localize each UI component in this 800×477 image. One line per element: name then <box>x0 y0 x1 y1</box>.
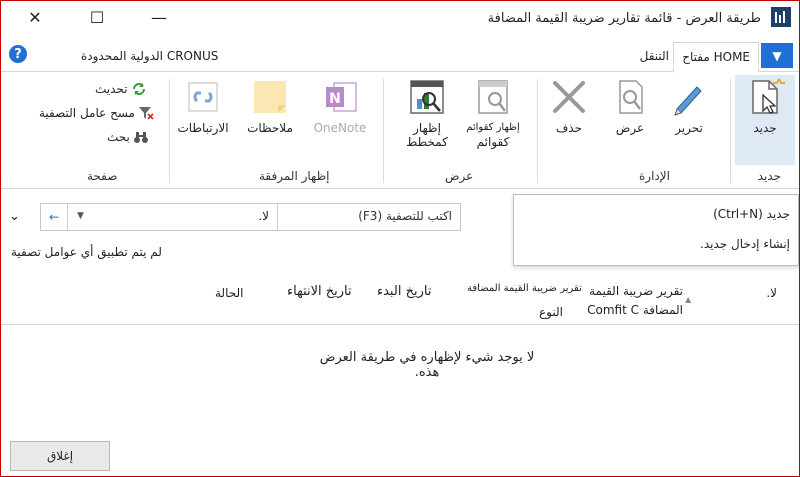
close-icon: ✕ <box>28 7 42 27</box>
minimize-icon: — <box>151 7 167 27</box>
clear-filter-icon <box>138 107 154 120</box>
find-button[interactable]: بحث <box>107 129 149 145</box>
clear-filter-button[interactable]: مسح عامل التصفية <box>39 105 154 121</box>
help-icon[interactable]: ? <box>9 45 27 63</box>
notes-label: ملاحظات <box>247 121 293 135</box>
group-label-manage: الإدارة <box>639 169 670 183</box>
filter-field-select[interactable]: ▼ لا. <box>67 204 277 230</box>
links-label: الارتباطات <box>177 121 229 135</box>
group-label-view: عرض <box>445 169 474 183</box>
show-as-list-button[interactable]: إظهار كقوائم كقوائم <box>461 77 525 149</box>
ribbon-separator <box>537 79 538 183</box>
delete-x-icon <box>553 81 585 113</box>
group-label-attach: إظهار المرفقة <box>259 169 330 183</box>
list-view-icon <box>478 80 508 114</box>
ribbon: جديد جديد تحرير عرض حذف الإدارة إظهار كق… <box>1 71 799 189</box>
app-logo-icon <box>771 7 791 27</box>
column-header-report[interactable]: تقرير ضريبة القيمة <box>589 284 683 298</box>
ribbon-separator <box>730 79 731 183</box>
arrow-left-icon: ← <box>48 210 60 224</box>
edit-button[interactable]: تحرير <box>661 77 717 135</box>
tab-home[interactable]: مفتاح HOME <box>673 42 759 73</box>
application-window: ✕ ☐ — طريقة العرض - قائمة تقارير ضريبة ا… <box>0 0 800 477</box>
notes-button[interactable]: ملاحظات <box>239 77 301 135</box>
company-name: CRONUS الدولية المحدودة <box>81 49 219 63</box>
tooltip-title: جديد (Ctrl+N) <box>713 207 790 221</box>
maximize-icon: ☐ <box>89 7 105 27</box>
group-label-new: جديد <box>757 169 781 183</box>
file-menu-button[interactable]: ▼ <box>761 43 793 68</box>
tab-navigate[interactable]: التنقل <box>640 49 669 63</box>
column-header-report-config[interactable]: تقرير ضريبة القيمة المضافة <box>467 283 582 294</box>
new-button[interactable]: جديد <box>741 77 789 135</box>
ribbon-separator <box>169 79 170 183</box>
new-button-label: جديد <box>753 121 777 135</box>
caret-down-icon: ▼ <box>772 48 782 63</box>
clear-filter-label: مسح عامل التصفية <box>39 106 135 120</box>
apply-filter-button[interactable]: ← <box>41 204 68 230</box>
onenote-label: OneNote <box>313 121 367 135</box>
links-button[interactable]: الارتباطات <box>171 77 235 135</box>
chart-view-icon <box>410 80 444 114</box>
show-as-list-label: إظهار كقوائم <box>466 122 520 133</box>
refresh-button[interactable]: تحديث <box>95 81 147 97</box>
svg-text:N: N <box>329 91 341 107</box>
new-button-tooltip: جديد (Ctrl+N) إنشاء إدخال جديد. <box>513 194 799 266</box>
group-label-page: صفحة <box>87 169 118 183</box>
column-header-report-config-line2: النوع <box>539 305 563 319</box>
show-as-chart-label: إظهار <box>413 121 441 135</box>
delete-button-label: حذف <box>555 121 583 135</box>
onenote-button[interactable]: N OneNote <box>305 77 375 135</box>
column-header-no[interactable]: لا. <box>766 286 777 300</box>
link-icon <box>188 82 218 112</box>
view-button-label: عرض <box>615 121 645 135</box>
column-header-status[interactable]: الحالة <box>215 286 243 300</box>
filter-input[interactable]: اكتب للتصفية (F3) <box>278 204 460 230</box>
close-button[interactable]: إغلاق <box>10 441 110 471</box>
edit-button-label: تحرير <box>675 121 703 135</box>
tooltip-description: إنشاء إدخال جديد. <box>700 237 790 251</box>
column-header-end-date[interactable]: تاريخ الانتهاء <box>287 284 352 299</box>
find-label: بحث <box>107 130 130 144</box>
binoculars-icon <box>133 132 148 143</box>
filter-status: لم يتم تطبيق أي عوامل تصفية <box>11 245 162 259</box>
empty-list-message: لا يوجد شيء لإظهاره في طريقة العرض هذه. <box>319 350 535 380</box>
refresh-icon <box>132 83 145 95</box>
ribbon-separator <box>383 79 384 183</box>
sort-arrow-icon: ▲ <box>685 295 692 304</box>
maximize-window-button[interactable]: ☐ <box>85 7 109 27</box>
window-title: طريقة العرض - قائمة تقارير ضريبة القيمة … <box>487 11 761 26</box>
close-window-button[interactable]: ✕ <box>23 7 47 27</box>
dropdown-arrow-icon: ▼ <box>77 211 84 221</box>
onenote-icon: N <box>326 82 357 112</box>
header-divider <box>1 324 799 325</box>
filter-field-value: لا. <box>258 209 269 223</box>
pencil-icon <box>674 86 702 116</box>
chevron-down-icon: ⌄ <box>9 209 20 224</box>
column-header-report-line2: المضافة Comfit C <box>587 303 683 317</box>
show-as-list-label-2: كقوائم <box>476 135 510 149</box>
filter-placeholder: اكتب للتصفية (F3) <box>358 209 452 223</box>
expand-filter-pane-button[interactable]: ⌄ <box>9 209 20 224</box>
minimize-window-button[interactable]: — <box>147 7 171 27</box>
view-document-icon <box>619 80 643 114</box>
show-as-chart-label-2: كمخطط <box>406 135 448 149</box>
refresh-label: تحديث <box>95 82 128 96</box>
filter-bar: ← ▼ لا. اكتب للتصفية (F3) <box>40 203 461 231</box>
view-button[interactable]: عرض <box>605 77 655 135</box>
note-icon <box>254 81 286 113</box>
show-as-chart-button[interactable]: إظهار كمخطط <box>397 77 457 149</box>
delete-button[interactable]: حذف <box>543 77 595 135</box>
new-document-icon <box>752 78 785 114</box>
column-header-start-date[interactable]: تاريخ البدء <box>377 284 431 299</box>
